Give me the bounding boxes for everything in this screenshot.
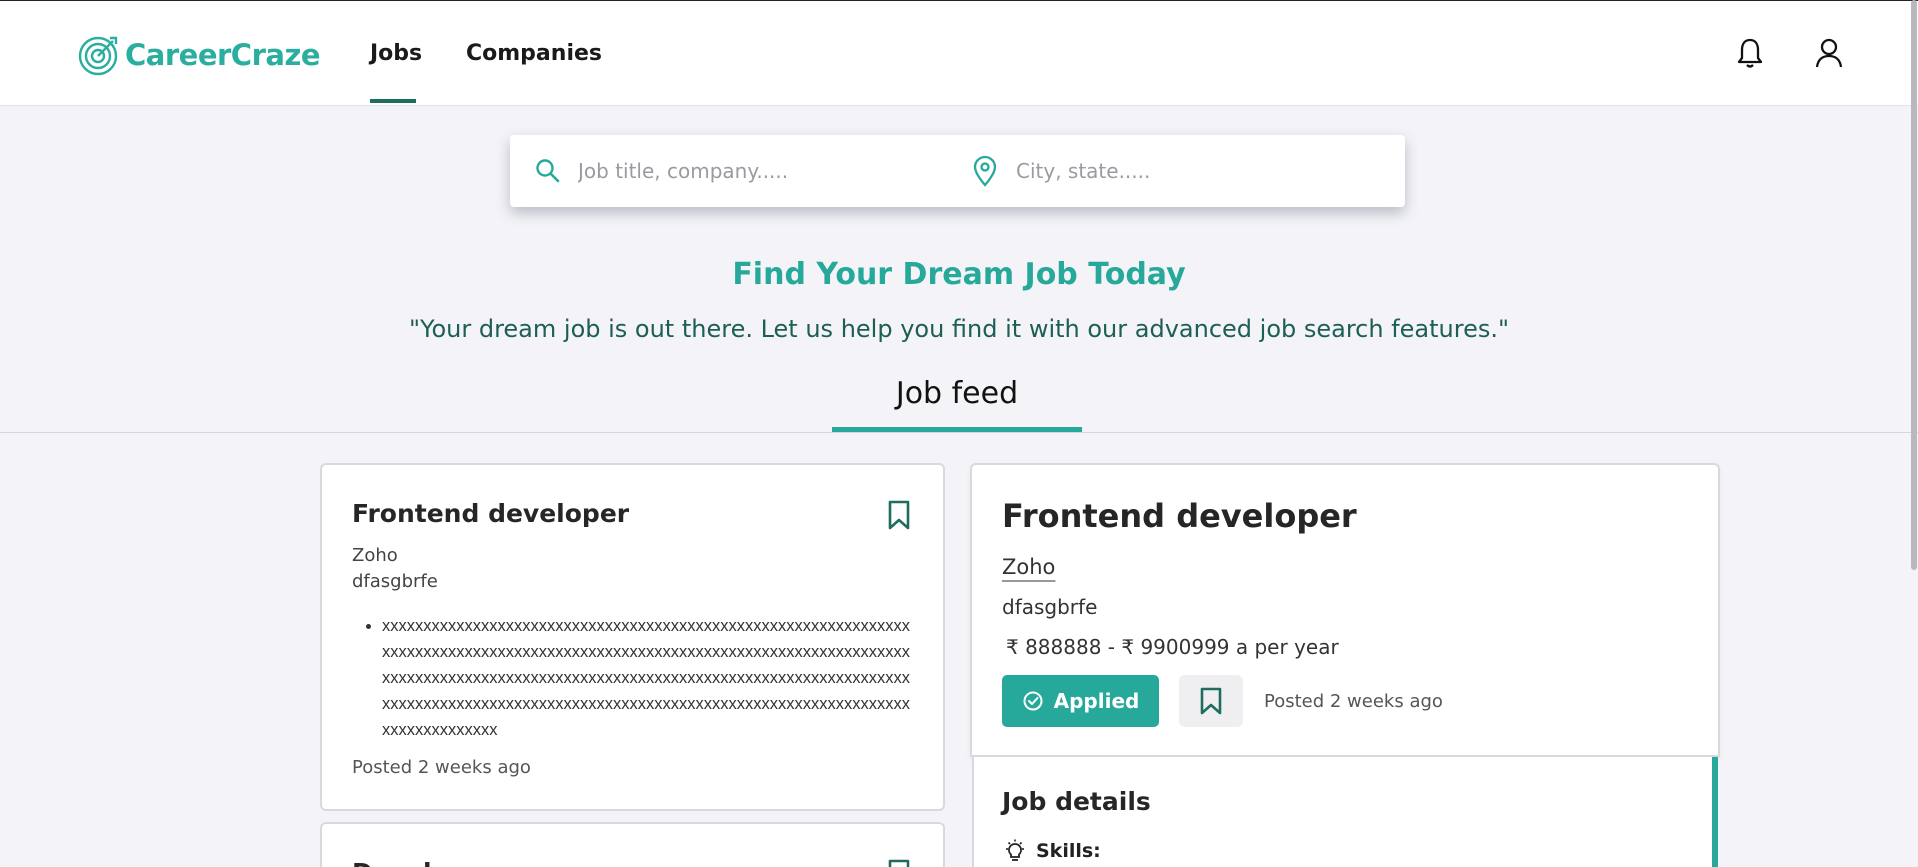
job-title: Frontend developer [352, 499, 630, 528]
target-logo-icon [78, 36, 118, 76]
save-job-button[interactable] [1179, 675, 1243, 727]
skills-row: Skills: [1004, 839, 1101, 863]
detail-company-link[interactable]: Zoho [1002, 555, 1055, 579]
bookmark-icon[interactable] [885, 858, 913, 867]
nav-jobs[interactable]: Jobs [370, 41, 422, 66]
location-pin-icon [973, 155, 997, 187]
page-scrollbar[interactable] [1911, 0, 1917, 570]
search-bar [510, 135, 1405, 207]
job-detail-card: Frontend developer Zoho dfasgbrfe ₹ 8888… [970, 463, 1720, 757]
job-card[interactable]: Frontend developer Zoho dfasgbrfe xxxxxx… [320, 463, 945, 811]
details-scrollbar[interactable] [1712, 757, 1718, 867]
user-icon[interactable] [1811, 35, 1847, 71]
detail-posted-time: Posted 2 weeks ago [1264, 691, 1443, 712]
job-description: xxxxxxxxxxxxxxxxxxxxxxxxxxxxxxxxxxxxxxxx… [352, 613, 912, 743]
applied-label: Applied [1053, 689, 1140, 713]
section-divider [0, 432, 1918, 433]
skills-label: Skills: [1036, 840, 1101, 862]
detail-salary: ₹ 888888 - ₹ 9900999 a per year [1006, 635, 1339, 659]
hero-quote: "Your dream job is out there. Let us hel… [408, 315, 1510, 343]
nav-active-indicator [370, 99, 416, 103]
search-icon [536, 159, 560, 183]
brand-logo[interactable]: CareerCraze [77, 33, 321, 77]
detail-location: dfasgbrfe [1002, 595, 1098, 619]
applied-button[interactable]: Applied [1002, 675, 1159, 727]
tab-job-feed[interactable]: Job feed [832, 376, 1082, 411]
check-circle-icon [1023, 691, 1043, 711]
job-details-panel: Job details Skills: [972, 757, 1718, 867]
job-details-heading: Job details [1002, 787, 1151, 816]
job-company: Zoho [352, 545, 398, 566]
bookmark-icon[interactable] [885, 499, 913, 531]
top-header: CareerCraze Jobs Companies [0, 1, 1918, 106]
job-search-input[interactable] [578, 155, 918, 187]
location-search-input[interactable] [1016, 155, 1356, 187]
job-description-item: xxxxxxxxxxxxxxxxxxxxxxxxxxxxxxxxxxxxxxxx… [382, 613, 912, 743]
job-title: Developer [352, 858, 496, 867]
brand-name: CareerCraze [125, 38, 321, 72]
lightbulb-icon [1006, 839, 1024, 861]
bookmark-icon [1200, 687, 1222, 715]
detail-job-title: Frontend developer [1002, 497, 1357, 535]
nav-companies[interactable]: Companies [466, 41, 602, 66]
hero-title: Find Your Dream Job Today [732, 257, 1186, 292]
job-posted-time: Posted 2 weeks ago [352, 757, 531, 778]
job-card[interactable]: Developer [320, 822, 945, 867]
job-location: dfasgbrfe [352, 571, 438, 592]
bell-icon[interactable] [1732, 35, 1768, 71]
